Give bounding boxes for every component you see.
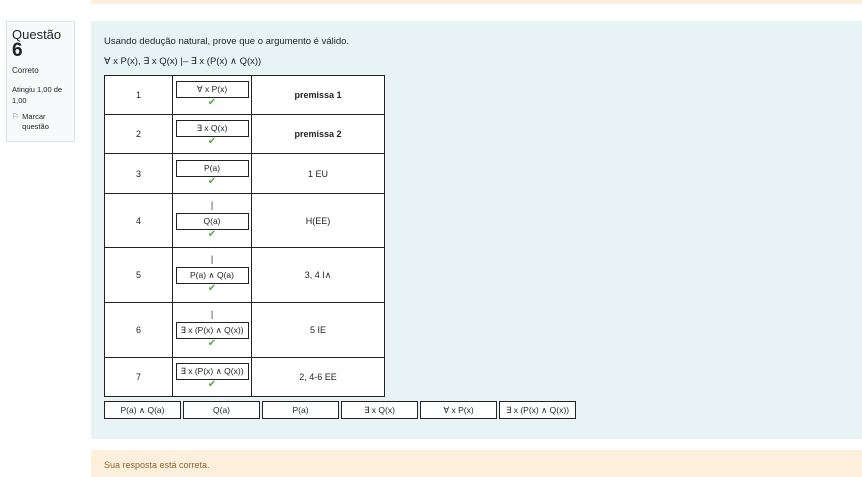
formula-cell: | ∃ x (P(x) ∧ Q(x)) ✔ — [172, 302, 252, 358]
justification: H(EE) — [251, 193, 385, 248]
drag-choice[interactable]: Q(a) — [183, 401, 260, 419]
drop-zone[interactable]: ∃ x (P(x) ∧ Q(x)) — [175, 322, 249, 339]
justification: premissa 2 — [251, 114, 385, 154]
justification: 3, 4 I∧ — [251, 247, 385, 303]
line-number: 1 — [104, 75, 173, 115]
formula-cell: P(a) ✔ — [172, 153, 252, 194]
hypothesis-bar: | — [210, 254, 214, 264]
drop-zone[interactable]: ∃ x (P(x) ∧ Q(x)) — [175, 363, 249, 380]
feedback-panel: Sua resposta está correta. — [91, 450, 862, 477]
check-icon: ✔ — [207, 283, 217, 294]
question-info-panel: Questão 6 Correto Atingiu 1,00 de 1,00 ⚐… — [6, 21, 75, 142]
line-number: 6 — [104, 302, 173, 358]
drop-zone[interactable]: P(a) — [175, 159, 249, 177]
justification: 1 EU — [251, 153, 385, 194]
drag-choices: P(a) ∧ Q(a) Q(a) P(a) ∃ x Q(x) ∀ x P(x) ∃ x (… — [104, 401, 578, 419]
top-feedback-strip — [91, 0, 862, 4]
drag-choice[interactable]: P(a) — [262, 401, 339, 419]
line-number: 2 — [104, 114, 173, 154]
flag-question-label: Marcar questão — [22, 112, 49, 131]
question-number: 6 — [12, 40, 23, 61]
drag-choice[interactable]: ∀ x P(x) — [420, 401, 497, 419]
formula-cell: | Q(a) ✔ — [172, 193, 252, 248]
proof-row: 5 | P(a) ∧ Q(a) ✔ 3, 4 I∧ — [104, 247, 385, 303]
proof-row: 3 P(a) ✔ 1 EU — [104, 153, 385, 194]
check-icon: ✔ — [207, 379, 217, 390]
flag-icon: ⚐ — [12, 112, 20, 121]
check-icon: ✔ — [207, 136, 217, 147]
formula-cell: ∀ x P(x) ✔ — [172, 75, 252, 115]
drag-choice[interactable]: ∃ x Q(x) — [341, 401, 418, 419]
check-icon: ✔ — [207, 228, 217, 240]
question-grade: Atingiu 1,00 de 1,00 — [12, 85, 63, 105]
drop-zone[interactable]: Q(a) — [175, 212, 249, 230]
line-number: 4 — [104, 193, 173, 248]
line-number: 5 — [104, 247, 173, 303]
proof-table: 1 ∀ x P(x) ✔ premissa 1 2 ∃ x Q(x) ✔ premissa 2… — [104, 75, 385, 397]
proof-row: 2 ∃ x Q(x) ✔ premissa 2 — [104, 114, 385, 154]
proof-row: 6 | ∃ x (P(x) ∧ Q(x)) ✔ 5 IE — [104, 302, 385, 358]
drag-choice[interactable]: P(a) ∧ Q(a) — [104, 401, 181, 419]
drag-choice[interactable]: ∃ x (P(x) ∧ Q(x)) — [499, 401, 576, 419]
argument-formula: ∀ x P(x), ∃ x Q(x) |– ∃ x (P(x) ∧ Q(x)) — [104, 56, 262, 67]
proof-row: 4 | Q(a) ✔ H(EE) — [104, 193, 385, 248]
check-icon: ✔ — [207, 175, 217, 187]
check-icon: ✔ — [207, 338, 217, 349]
formula-cell: | P(a) ∧ Q(a) ✔ — [172, 247, 252, 303]
hypothesis-bar: | — [210, 199, 214, 210]
question-content: Usando dedução natural, prove que o argu… — [91, 21, 862, 439]
justification: 5 IE — [251, 302, 385, 358]
line-number: 7 — [104, 357, 173, 397]
drop-zone[interactable]: ∀ x P(x) — [175, 81, 249, 98]
proof-row: 7 ∃ x (P(x) ∧ Q(x)) ✔ 2, 4-6 EE — [104, 357, 385, 397]
drop-zone[interactable]: P(a) ∧ Q(a) — [175, 267, 249, 284]
flag-question-link[interactable]: ⚐ Marcar questão — [12, 112, 69, 132]
justification: premissa 1 — [251, 75, 385, 115]
feedback-text: Sua resposta está correta. — [104, 460, 210, 470]
line-number: 3 — [104, 153, 173, 194]
question-state: Correto — [12, 66, 39, 75]
check-icon: ✔ — [207, 97, 217, 108]
drop-zone[interactable]: ∃ x Q(x) — [175, 120, 249, 137]
question-text: Usando dedução natural, prove que o argu… — [104, 36, 350, 47]
formula-cell: ∃ x Q(x) ✔ — [172, 114, 252, 154]
hypothesis-bar: | — [210, 309, 214, 319]
justification: 2, 4-6 EE — [251, 357, 385, 397]
formula-cell: ∃ x (P(x) ∧ Q(x)) ✔ — [172, 357, 252, 397]
proof-row: 1 ∀ x P(x) ✔ premissa 1 — [104, 75, 385, 115]
